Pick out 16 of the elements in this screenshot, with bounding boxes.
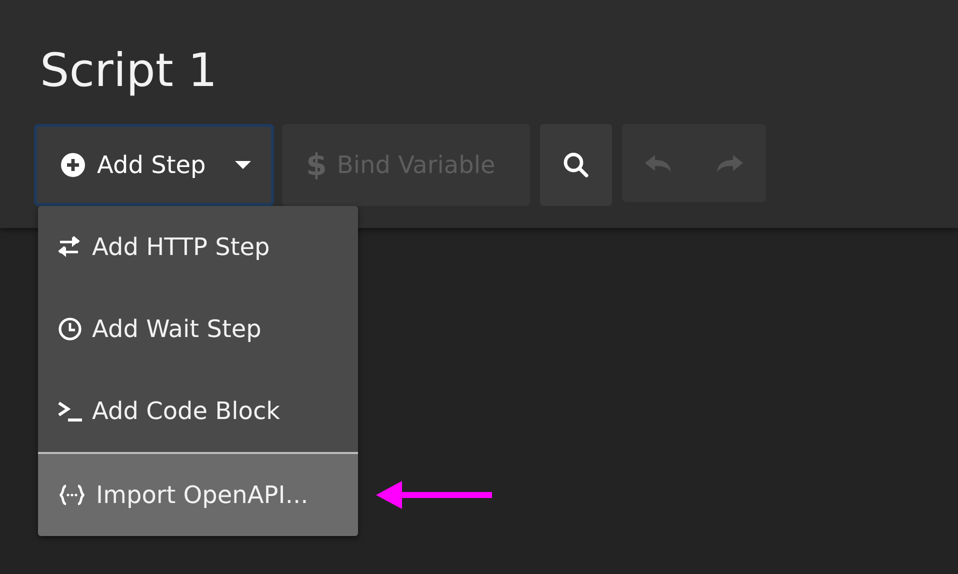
- caret-icon: [235, 160, 251, 170]
- redo-icon: [715, 153, 745, 173]
- menu-item[interactable]: Add Code Block: [38, 370, 358, 452]
- clock-icon: [58, 317, 82, 341]
- add-step-button[interactable]: Add Step: [34, 124, 274, 206]
- search-button[interactable]: [540, 124, 612, 206]
- terminal-icon: [58, 399, 82, 423]
- braces-icon: [58, 483, 86, 507]
- undo-icon: [643, 153, 673, 173]
- menu-item[interactable]: Add HTTP Step: [38, 206, 358, 288]
- plus-circle-icon: [61, 153, 85, 177]
- search-icon: [563, 152, 589, 178]
- menu-item[interactable]: Import OpenAPI...: [38, 452, 358, 536]
- menu-item[interactable]: Add Wait Step: [38, 288, 358, 370]
- swap-arrows-icon: [58, 235, 82, 259]
- page-title: Script 1: [40, 42, 218, 99]
